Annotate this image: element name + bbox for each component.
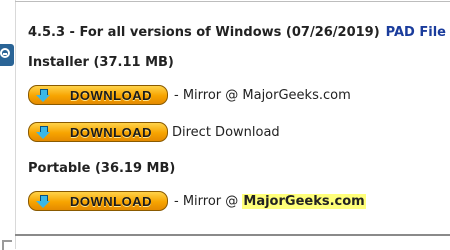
installer-mirror-text: - Mirror @ MajorGeeks.com [174, 88, 351, 103]
download-arrow-box [31, 87, 55, 103]
portable-mirror-row: DOWNLOAD - Mirror @ MajorGeeks.com [28, 191, 366, 211]
download-button-label: DOWNLOAD [70, 124, 152, 140]
download-arrow-icon [35, 88, 51, 102]
side-nav-button[interactable] [0, 44, 14, 66]
mirror-site-link-highlighted[interactable]: MajorGeeks.com [242, 193, 366, 209]
portable-label: Portable (36.19 MB) [28, 161, 176, 176]
left-strip [0, 0, 14, 249]
divider-top [15, 1, 450, 2]
divider-vertical [15, 0, 16, 249]
download-arrow-box [31, 124, 55, 140]
download-button-label: DOWNLOAD [70, 87, 152, 103]
download-button[interactable]: DOWNLOAD [28, 85, 168, 105]
mirror-prefix: - Mirror @ [174, 193, 243, 209]
download-button[interactable]: DOWNLOAD [28, 191, 168, 211]
installer-mirror-row: DOWNLOAD - Mirror @ MajorGeeks.com [28, 85, 351, 105]
pad-file-link[interactable]: PAD File [386, 25, 446, 40]
download-button-label: DOWNLOAD [70, 193, 152, 209]
version-line: 4.5.3 - For all versions of Windows (07/… [28, 25, 446, 40]
direct-download-text[interactable]: Direct Download [172, 125, 280, 140]
download-arrow-box [31, 193, 55, 209]
download-button[interactable]: DOWNLOAD [28, 122, 168, 142]
installer-label: Installer (37.11 MB) [28, 55, 174, 70]
mirror-site-link[interactable]: MajorGeeks.com [242, 88, 350, 103]
version-text: 4.5.3 - For all versions of Windows (07/… [28, 25, 380, 40]
divider-bottom [15, 234, 450, 236]
circle-arrow-left-icon [0, 48, 10, 58]
download-arrow-icon [35, 125, 51, 139]
installer-direct-row: DOWNLOAD Direct Download [28, 122, 280, 142]
download-arrow-icon [35, 194, 51, 208]
mirror-prefix: - Mirror @ [174, 87, 243, 103]
portable-mirror-text: - Mirror @ MajorGeeks.com [174, 193, 366, 209]
